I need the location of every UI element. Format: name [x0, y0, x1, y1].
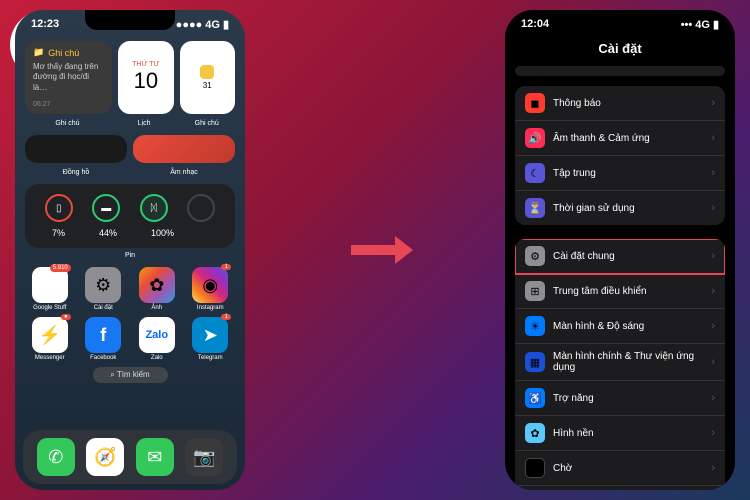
app-instagram[interactable]: ◉1Instagram — [186, 267, 236, 311]
moon-icon: ☾ — [525, 163, 545, 183]
phone-battery-ring: ▯ — [45, 194, 73, 222]
battery-icon: ▮ — [223, 18, 229, 31]
settings-row-standby[interactable]: ◐Chờ› — [515, 451, 725, 486]
notes-label: Ghi chú — [25, 120, 110, 127]
gear-icon: ⚙ — [525, 246, 545, 266]
settings-row-wallpaper[interactable]: ✿Hình nền› — [515, 416, 725, 451]
music-label: Âm nhạc — [133, 169, 235, 176]
speaker-icon: 🔊 — [525, 128, 545, 148]
app-messenger[interactable]: ⚡●Messenger — [25, 317, 75, 361]
status-time: 12:04 — [521, 18, 549, 31]
notes-text: Mơ thấy đang trên đường đi học/đi là… — [33, 62, 104, 93]
settings-row-screentime[interactable]: ⏳Thời gian sử dụng› — [515, 191, 725, 225]
dock-phone[interactable]: ✆ — [37, 438, 75, 476]
music-widget[interactable] — [133, 135, 235, 163]
chevron-right-icon: › — [711, 202, 715, 214]
chevron-right-icon: › — [711, 427, 715, 439]
chevron-right-icon: › — [711, 250, 715, 262]
empty-battery-ring — [187, 194, 215, 222]
grid-icon: ▦ — [525, 352, 545, 372]
notch — [85, 10, 175, 30]
app-telegram[interactable]: ➤1Telegram — [186, 317, 236, 361]
settings-partial-row — [515, 66, 725, 76]
zalo-icon: Zalo — [139, 317, 175, 353]
arrow-right-icon — [347, 232, 403, 268]
app-photos[interactable]: ✿Ảnh — [132, 267, 182, 311]
app-zalo[interactable]: ZaloZalo — [132, 317, 182, 361]
settings-row-siri[interactable]: ◉Siri & Tìm kiếm› — [515, 486, 725, 490]
search-pill[interactable]: ⌕ Tìm kiếm — [93, 367, 168, 383]
status-time: 12:23 — [31, 18, 59, 31]
messenger-icon: ⚡● — [32, 317, 68, 353]
case-battery-ring: ▬ — [92, 194, 120, 222]
clock-widget[interactable] — [25, 135, 127, 163]
pin-label: Pin — [25, 252, 235, 259]
calendar-widget[interactable]: THỨ TƯ 10 — [118, 41, 173, 114]
calendar-date: 10 — [122, 68, 169, 94]
battery-widget[interactable]: ▯ ▬ ᛞ 7% 44% 100% — [25, 184, 235, 248]
toggles-icon: ⊞ — [525, 281, 545, 301]
battery-percent-3: 100% — [151, 228, 174, 238]
wallpaper-icon: ✿ — [525, 423, 545, 443]
app-settings[interactable]: ⚙Cài đặt — [79, 267, 129, 311]
network-label: 4G — [205, 19, 220, 31]
dock-camera[interactable]: 📷 — [185, 438, 223, 476]
photos-icon: ✿ — [139, 267, 175, 303]
standby-icon: ◐ — [525, 458, 545, 478]
battery-percent-2: 44% — [99, 228, 117, 238]
chevron-right-icon: › — [711, 167, 715, 179]
calendar-day: THỨ TƯ — [122, 61, 169, 68]
chevron-right-icon: › — [711, 132, 715, 144]
notes-icon — [200, 65, 214, 79]
gear-icon: ⚙ — [85, 267, 121, 303]
dock: ✆ 🧭 ✉ 📷 — [23, 430, 237, 484]
reminders-label: Ghi chú — [178, 120, 235, 127]
network-label: 4G — [695, 19, 710, 31]
hourglass-icon: ⏳ — [525, 198, 545, 218]
notes-time: 06:27 — [33, 101, 104, 108]
battery-icon: ▮ — [713, 18, 719, 31]
folder-icon: 📁 — [33, 47, 44, 58]
chevron-right-icon: › — [711, 320, 715, 332]
settings-row-display[interactable]: ☀Màn hình & Độ sáng› — [515, 309, 725, 344]
battery-percent-1: 7% — [52, 228, 65, 238]
settings-row-control-center[interactable]: ⊞Trung tâm điều khiển› — [515, 274, 725, 309]
settings-row-sound[interactable]: 🔊Âm thanh & Cảm ứng› — [515, 121, 725, 156]
instagram-icon: ◉1 — [192, 267, 228, 303]
notes-widget[interactable]: 📁 Ghi chú Mơ thấy đang trên đường đi học/… — [25, 41, 112, 114]
reminder-widget[interactable]: 31 — [180, 41, 235, 114]
signal-icon: ••• — [681, 19, 693, 31]
chevron-right-icon: › — [711, 392, 715, 404]
settings-row-general[interactable]: ⚙Cài đặt chung› — [515, 239, 725, 274]
app-facebook[interactable]: fFacebook — [79, 317, 129, 361]
signal-icon: ●●●● — [176, 19, 203, 31]
notes-header: Ghi chú — [48, 48, 79, 58]
brightness-icon: ☀ — [525, 316, 545, 336]
notch — [575, 10, 665, 30]
settings-title: Cài đặt — [505, 35, 735, 66]
facebook-icon: f — [85, 317, 121, 353]
phone-home-screen: 12:23 ●●●● 4G ▮ 📁 Ghi chú Mơ thấy đang tr… — [15, 10, 245, 490]
settings-row-homescreen[interactable]: ▦Màn hình chính & Thư viện ứng dụng› — [515, 344, 725, 381]
chevron-right-icon: › — [711, 462, 715, 474]
dock-messages[interactable]: ✉ — [136, 438, 174, 476]
airpods-battery-ring: ᛞ — [140, 194, 168, 222]
clock-label: Đồng hồ — [25, 169, 127, 176]
badge: 5.910 — [50, 264, 71, 272]
settings-row-notifications[interactable]: ◼Thông báo› — [515, 86, 725, 121]
chevron-right-icon: › — [711, 97, 715, 109]
settings-row-focus[interactable]: ☾Tập trung› — [515, 156, 725, 191]
settings-row-accessibility[interactable]: ♿Trợ năng› — [515, 381, 725, 416]
dock-safari[interactable]: 🧭 — [86, 438, 124, 476]
chevron-right-icon: › — [711, 356, 715, 368]
telegram-icon: ➤1 — [192, 317, 228, 353]
accessibility-icon: ♿ — [525, 388, 545, 408]
bell-icon: ◼ — [525, 93, 545, 113]
app-google-stuff[interactable]: 5.910Google Stuff — [25, 267, 75, 311]
reminder-count: 31 — [203, 81, 212, 90]
phone-settings-screen: 12:04 ••• 4G ▮ Cài đặt ◼Thông báo› 🔊Âm t… — [505, 10, 735, 490]
chevron-right-icon: › — [711, 285, 715, 297]
calendar-label: Lịch — [116, 120, 173, 127]
